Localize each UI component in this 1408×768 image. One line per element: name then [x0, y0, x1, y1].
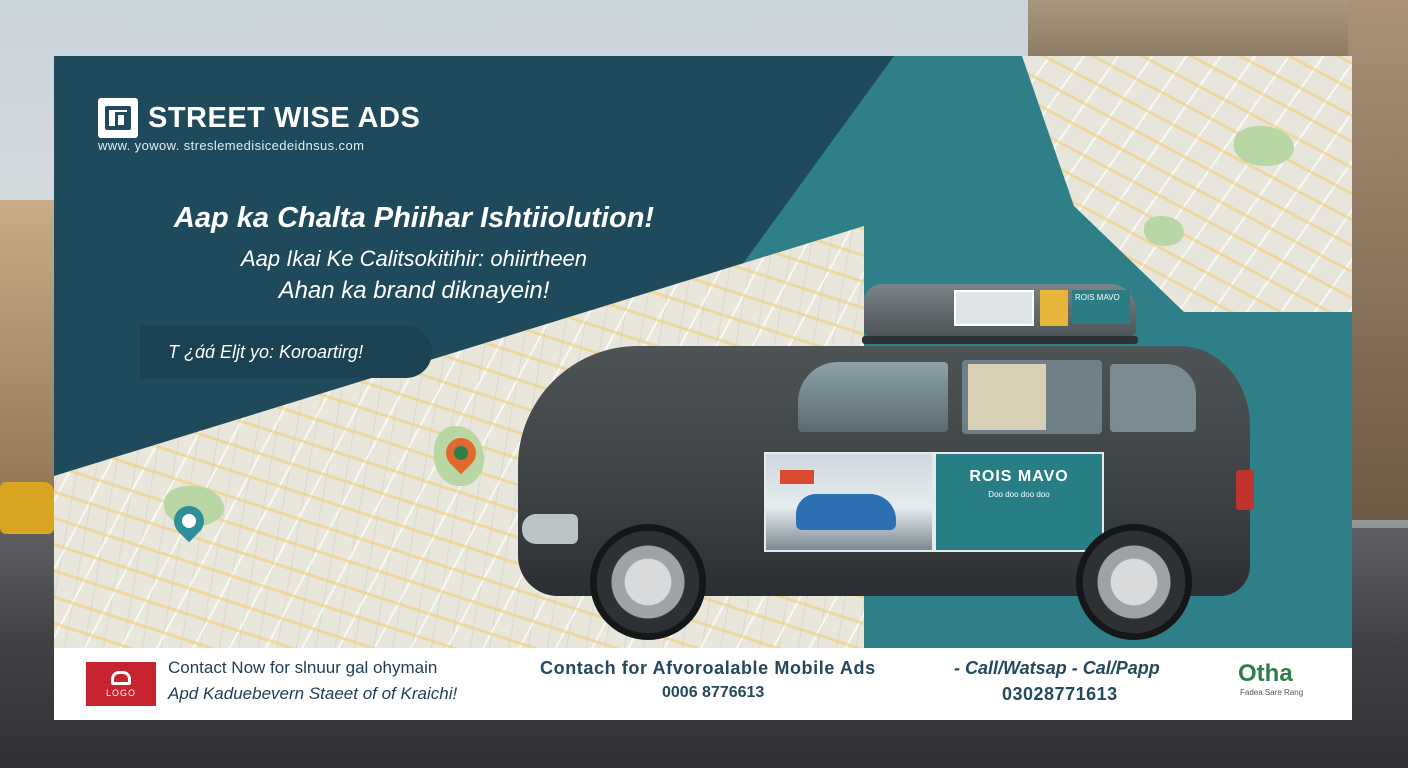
- red-logo-icon: LOGO: [86, 662, 156, 706]
- contact-left-line-2: Apd Kaduebevern Staeet of of Kraichi!: [168, 684, 458, 703]
- side-ad-car-image: [796, 494, 896, 530]
- front-wheel: [590, 524, 706, 640]
- cta-button[interactable]: T ¿ɑ́ɑ́ Eljt yo: Koroartirg!: [140, 326, 432, 378]
- brand-name: STREET WISE ADS: [148, 102, 421, 134]
- brand-url[interactable]: www. yowow. streslemedisicedeidnsus.com: [98, 138, 364, 153]
- square-logo-icon: [98, 98, 138, 138]
- contact-left-line-1: Contact Now for slnuur gal ohymain: [168, 658, 438, 677]
- map-park: [1234, 126, 1294, 166]
- contact-phone-2[interactable]: 03028771613: [1002, 684, 1118, 705]
- side-ad-logo: [780, 470, 814, 484]
- side-ad-photo: [764, 452, 934, 552]
- side-ad-subtitle: Doo doo doo doo: [988, 490, 1050, 499]
- roof-ad-image: [1040, 290, 1068, 326]
- contact-mid-line-1: Contach for Afvoroalable Mobile Ads: [540, 658, 876, 678]
- background-building-top-right: [1028, 0, 1368, 60]
- head-light: [522, 514, 578, 544]
- background-building-left: [0, 200, 60, 530]
- hero-subline-1: Aap Ikai Ke Calitsokitihir: ohiirtheen: [240, 246, 588, 271]
- roof-ad-panel: ROIS MAVO: [1072, 290, 1130, 324]
- green-logo-tagline: Fadea Sare Rang: [1240, 688, 1304, 697]
- background-building-right: [1348, 0, 1408, 520]
- window-ad-poster: [968, 364, 1046, 430]
- car-window-rear: [962, 360, 1102, 434]
- green-logo-icon: Otha: [1238, 660, 1293, 687]
- roof-ad-image: [954, 290, 1034, 326]
- background-taxi: [0, 482, 54, 534]
- contact-bar: LOGO Contact Now for slnuur gal ohymain …: [54, 648, 1352, 720]
- red-logo-label: LOGO: [105, 687, 136, 698]
- contact-right-line-1: - Call/Watsap - Cal/Papp: [954, 658, 1160, 678]
- roof-ad-box: ROIS MAVO: [864, 284, 1136, 336]
- hero-headline: Aap ka Chalta Phiihar Ishtiiolution!: [173, 202, 655, 234]
- rear-wheel: [1076, 524, 1192, 640]
- advertising-car: ROIS MAVO ROIS MAVO Doo doo doo doo: [518, 280, 1254, 640]
- ad-banner: STREET WISE ADS www. yowow. streslemedis…: [54, 56, 1352, 720]
- car-window-back: [1110, 364, 1196, 432]
- car-window-front: [798, 362, 948, 432]
- contact-phone-1[interactable]: 0006 8776613: [662, 684, 764, 702]
- side-ad-title: ROIS MAVO: [969, 468, 1069, 485]
- tail-light: [1236, 470, 1254, 510]
- map-park: [1144, 216, 1184, 246]
- side-ad-panel: ROIS MAVO Doo doo doo doo: [934, 452, 1104, 552]
- roof-rack: [862, 336, 1138, 344]
